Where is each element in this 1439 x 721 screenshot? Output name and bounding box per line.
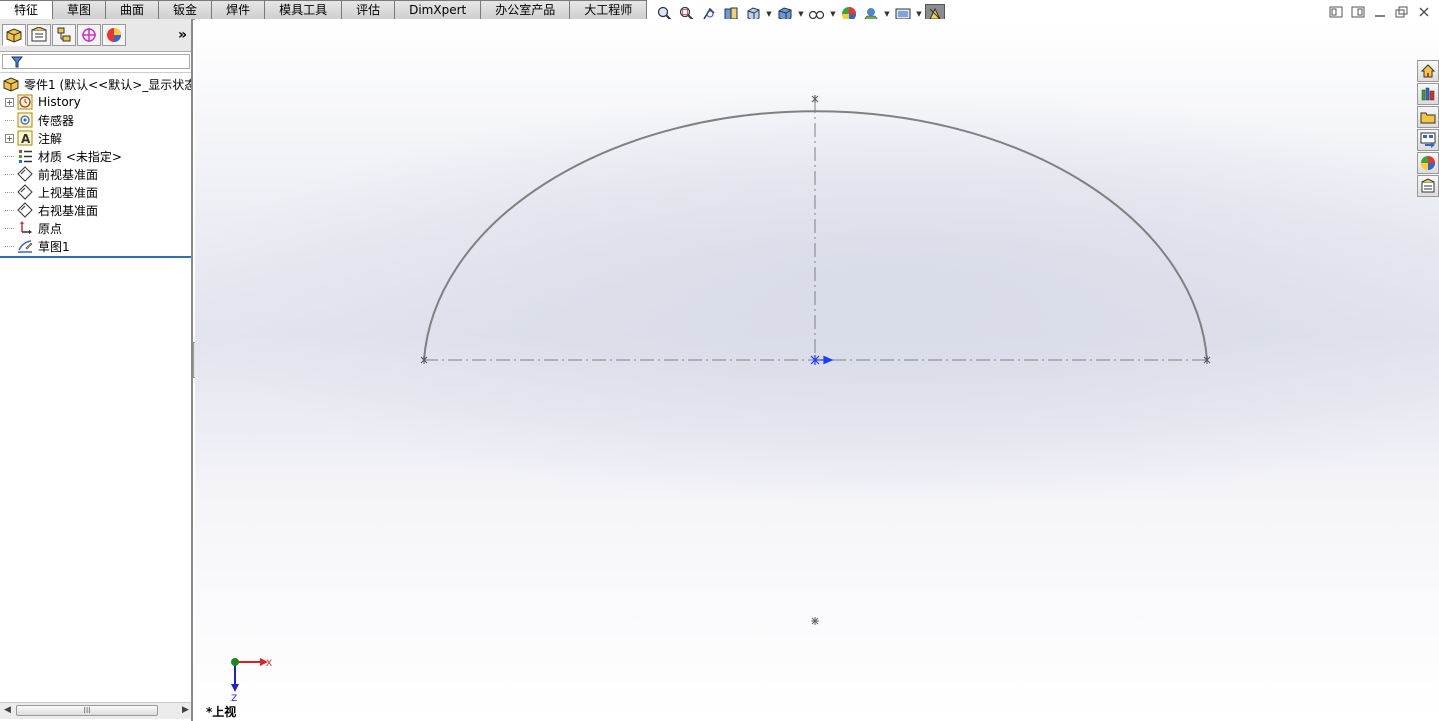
scroll-left-icon[interactable]: ◀ — [4, 705, 11, 715]
feature-tree: 零件1 (默认<<默认>_显示状态 + History 传感器 + A 注解 材… — [0, 73, 191, 258]
tab-evaluate[interactable]: 评估 — [342, 0, 396, 19]
tile-left-icon[interactable] — [1329, 6, 1343, 18]
plane-icon — [16, 202, 34, 218]
annotation-icon: A — [16, 130, 34, 146]
dimxpert-manager-tab[interactable] — [77, 24, 101, 46]
custom-properties-icon — [1421, 178, 1435, 193]
tree-item-sensors[interactable]: 传感器 — [0, 111, 191, 129]
minimize-icon[interactable] — [1373, 6, 1387, 18]
expand-icon[interactable]: + — [5, 133, 14, 143]
tab-weldments[interactable]: 焊件 — [212, 0, 266, 19]
tab-sketch[interactable]: 草图 — [53, 0, 107, 19]
tree-root-label: 零件1 (默认<<默认>_显示状态 — [24, 77, 191, 92]
tree-item-sketch1[interactable]: 草图1 — [0, 237, 191, 255]
scroll-thumb[interactable]: III — [16, 705, 158, 716]
display-manager-icon — [107, 28, 121, 42]
tree-item-label: 注解 — [38, 131, 63, 146]
appearances-tab[interactable] — [1417, 152, 1439, 174]
tab-dimxpert[interactable]: DimXpert — [395, 0, 482, 19]
part-icon — [2, 76, 20, 92]
tree-item-label: 前视基准面 — [38, 167, 99, 182]
tree-item-label: 传感器 — [38, 113, 75, 128]
triad-z-label: Z — [231, 694, 237, 703]
tree-filter-input[interactable] — [2, 54, 190, 69]
sketch-point-lower — [811, 617, 819, 625]
panel-more-button[interactable]: » — [178, 27, 187, 43]
property-manager-tab[interactable] — [27, 24, 51, 46]
tree-item-label: 右视基准面 — [38, 203, 99, 218]
solidworks-resources-tab[interactable] — [1417, 60, 1439, 82]
appearances-icon — [1421, 156, 1435, 170]
command-manager-tabs: 特征 草图 曲面 钣金 焊件 模具工具 评估 DimXpert 办公室产品 大工… — [0, 0, 648, 20]
file-explorer-tab[interactable] — [1417, 106, 1439, 128]
restore-icon[interactable] — [1395, 6, 1409, 18]
tree-item-top-plane[interactable]: 上视基准面 — [0, 183, 191, 201]
tree-item-origin[interactable]: 原点 — [0, 219, 191, 237]
material-icon — [16, 148, 34, 164]
sketch-point-top — [811, 95, 819, 103]
close-icon[interactable] — [1417, 6, 1431, 18]
tree-item-label: 草图1 — [38, 239, 70, 254]
origin-icon — [16, 220, 34, 236]
design-library-tab[interactable] — [1417, 83, 1439, 105]
expand-icon[interactable]: + — [5, 97, 14, 107]
plane-icon — [16, 166, 34, 182]
configuration-manager-tab[interactable] — [52, 24, 76, 46]
graphics-area[interactable] — [195, 19, 1439, 721]
configuration-manager-icon — [57, 27, 71, 42]
tree-item-label: 上视基准面 — [38, 185, 99, 200]
svg-text:A: A — [21, 132, 31, 146]
reference-triad: X Z — [231, 658, 272, 703]
sketch-geometry — [420, 95, 1211, 625]
tree-item-label: 材质 <未指定> — [38, 149, 122, 164]
home-icon — [1420, 64, 1436, 78]
tree-item-material[interactable]: 材质 <未指定> — [0, 147, 191, 165]
sketch-icon — [16, 238, 34, 254]
current-view-label: *上视 — [206, 705, 237, 719]
folder-icon — [1420, 112, 1436, 124]
horizontal-scrollbar[interactable]: ◀ III ▶ — [0, 702, 191, 719]
tree-item-right-plane[interactable]: 右视基准面 — [0, 201, 191, 219]
design-library-icon — [1421, 87, 1435, 101]
tab-office-products[interactable]: 办公室产品 — [481, 0, 571, 19]
scroll-right-icon[interactable]: ▶ — [182, 705, 189, 715]
property-manager-icon — [31, 27, 47, 42]
tab-surfaces[interactable]: 曲面 — [106, 0, 160, 19]
tree-item-front-plane[interactable]: 前视基准面 — [0, 165, 191, 183]
tab-features[interactable]: 特征 — [0, 0, 54, 20]
tab-mold-tools[interactable]: 模具工具 — [265, 0, 343, 19]
filter-row — [0, 52, 191, 73]
feature-manager-icon — [6, 28, 22, 43]
history-icon — [16, 94, 34, 110]
tree-item-annotations[interactable]: + A 注解 — [0, 129, 191, 147]
rollback-bar[interactable] — [0, 256, 191, 258]
feature-manager-panel: » 零件1 (默认<<默认>_显示状态 + History 传感器 + A 注解… — [0, 19, 193, 721]
solidworks-window: 特征 草图 曲面 钣金 焊件 模具工具 评估 DimXpert 办公室产品 大工… — [0, 0, 1439, 721]
dimxpert-manager-icon — [82, 28, 96, 42]
filter-icon — [11, 56, 23, 68]
manager-tabs: » — [0, 19, 191, 52]
document-window-controls — [1329, 6, 1431, 18]
task-pane-tabs — [1417, 60, 1439, 197]
tab-sheet-metal[interactable]: 钣金 — [159, 0, 213, 19]
tree-root-part[interactable]: 零件1 (默认<<默认>_显示状态 — [0, 75, 191, 93]
custom-properties-tab[interactable] — [1417, 175, 1439, 197]
display-manager-tab[interactable] — [102, 24, 126, 46]
feature-manager-tab[interactable] — [2, 24, 26, 46]
view-palette-tab[interactable] — [1417, 129, 1439, 151]
tree-item-history[interactable]: + History — [0, 93, 191, 111]
tree-item-label: History — [38, 95, 81, 109]
tree-item-label: 原点 — [38, 221, 63, 236]
plane-icon — [16, 184, 34, 200]
triad-x-label: X — [266, 659, 272, 669]
sensor-icon — [16, 112, 34, 128]
view-palette-icon — [1420, 132, 1436, 148]
tile-right-icon[interactable] — [1351, 6, 1365, 18]
tab-engineer[interactable]: 大工程师 — [570, 0, 648, 19]
